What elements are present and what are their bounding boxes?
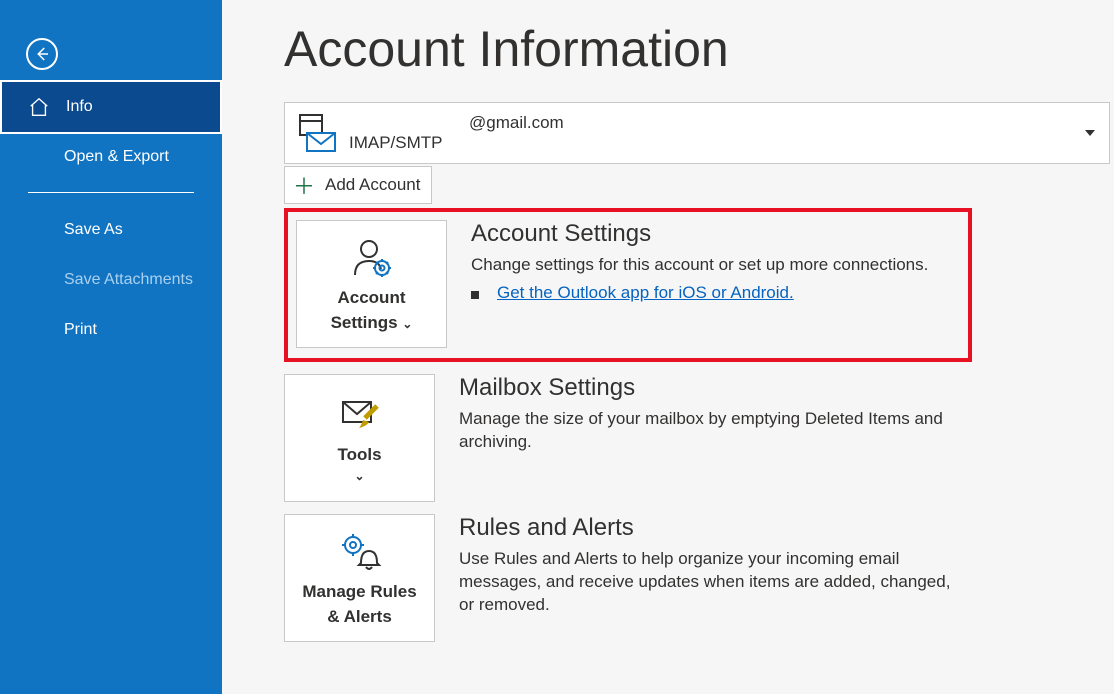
sidebar-item-label: Print: [64, 321, 97, 339]
tools-tile[interactable]: Tools ⌄: [284, 374, 435, 502]
mailbox-settings-desc: Manage the size of your mailbox by empty…: [459, 408, 964, 454]
sidebar-item-label: Info: [66, 98, 93, 116]
sidebar-item-label: Open & Export: [64, 148, 169, 166]
outlook-app-link[interactable]: Get the Outlook app for iOS or Android.: [497, 283, 794, 303]
plus-icon: ＋: [293, 169, 315, 201]
back-button[interactable]: [26, 38, 58, 70]
gear-bell-icon: [337, 529, 383, 575]
account-text: redacted@gmail.com IMAP/SMTP: [349, 113, 564, 153]
mailbox-settings-title: Mailbox Settings: [459, 374, 964, 402]
account-dropdown[interactable]: redacted@gmail.com IMAP/SMTP: [284, 102, 1110, 164]
account-settings-title: Account Settings: [471, 220, 960, 248]
chevron-down-icon: ⌄: [354, 469, 364, 484]
home-icon: [28, 96, 50, 118]
page-title: Account Information: [284, 20, 1114, 78]
account-protocol: IMAP/SMTP: [349, 133, 564, 153]
chevron-down-icon: ⌄: [402, 317, 412, 331]
sidebar-item-info[interactable]: Info: [2, 82, 220, 132]
chevron-down-icon: [1085, 130, 1095, 136]
sidebar-item-save-attachments: Save Attachments: [0, 255, 222, 305]
account-settings-tile[interactable]: Account Settings ⌄: [296, 220, 447, 348]
mailbox-icon: [295, 111, 339, 155]
sidebar-separator: [28, 192, 194, 193]
manage-rules-tile[interactable]: Manage Rules & Alerts: [284, 514, 435, 642]
add-account-label: Add Account: [325, 175, 420, 195]
account-settings-desc: Change settings for this account or set …: [471, 254, 960, 277]
rules-alerts-title: Rules and Alerts: [459, 514, 964, 542]
sidebar-item-label: Save As: [64, 221, 123, 239]
account-settings-section: Account Settings ⌄ Account Settings Chan…: [284, 208, 972, 362]
mailbox-settings-section: Tools ⌄ Mailbox Settings Manage the size…: [284, 374, 964, 502]
main-content: Account Information redacted@gmail.com I…: [222, 0, 1114, 694]
rules-alerts-section: Manage Rules & Alerts Rules and Alerts U…: [284, 514, 964, 642]
rules-alerts-desc: Use Rules and Alerts to help organize yo…: [459, 548, 964, 617]
sidebar-item-open-export[interactable]: Open & Export: [0, 132, 222, 182]
mailbox-brush-icon: [337, 392, 383, 438]
add-account-button[interactable]: ＋ Add Account: [284, 166, 432, 204]
account-email: redacted@gmail.com: [349, 113, 564, 133]
sidebar-item-save-as[interactable]: Save As: [0, 205, 222, 255]
sidebar-item-label: Save Attachments: [64, 271, 193, 289]
person-gear-icon: [349, 235, 395, 281]
bullet-icon: [471, 291, 479, 299]
backstage-sidebar: Info Open & Export Save As Save Attachme…: [0, 0, 222, 694]
sidebar-item-print[interactable]: Print: [0, 305, 222, 355]
